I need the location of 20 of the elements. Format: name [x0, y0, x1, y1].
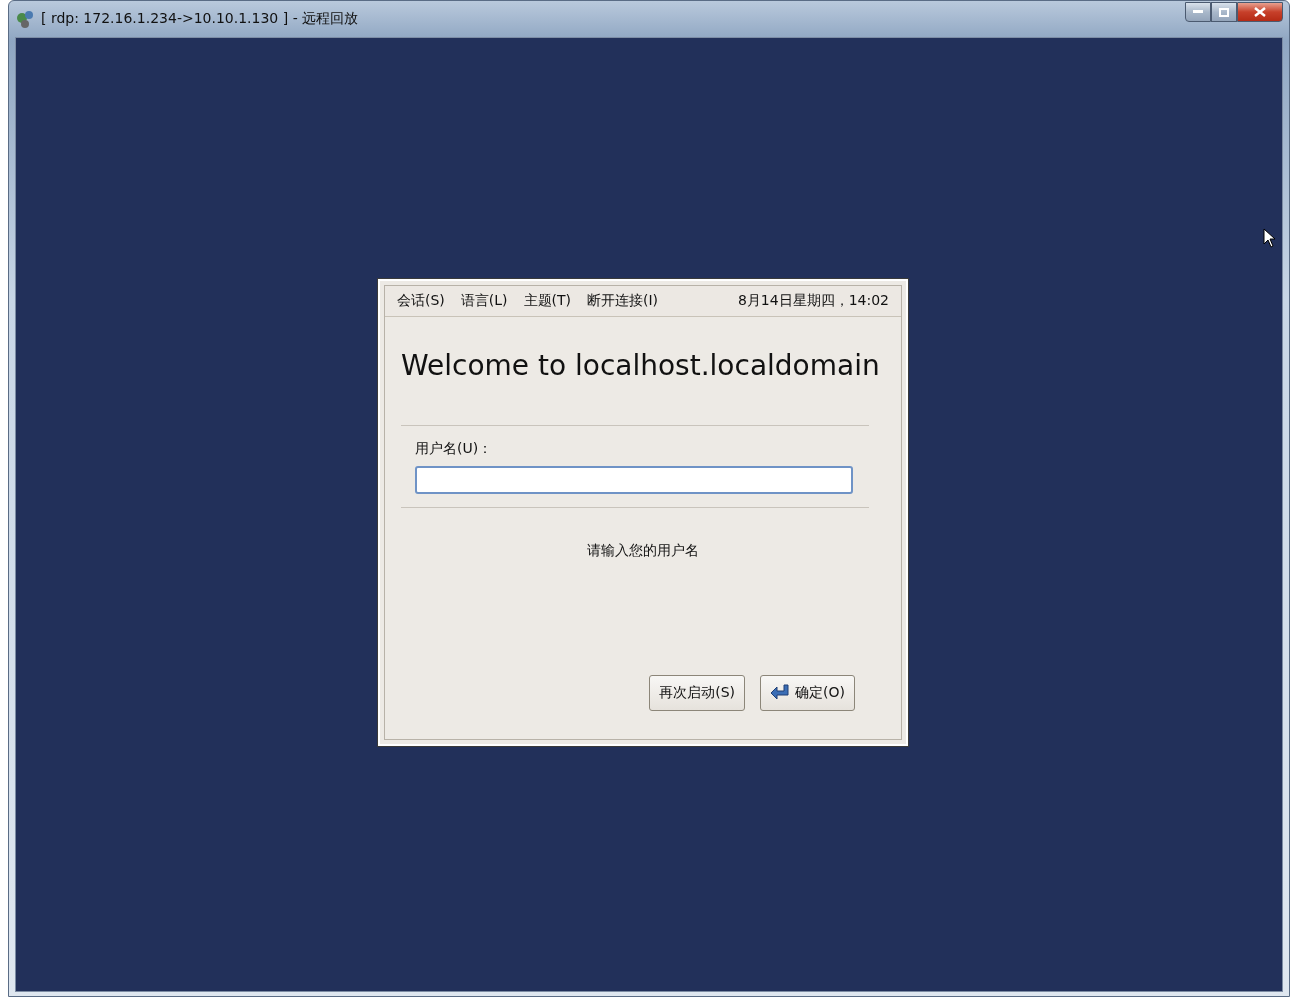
prompt-message: 请输入您的用户名	[586, 542, 700, 560]
maximize-icon	[1219, 7, 1229, 17]
menu-item[interactable]: 主题(T)	[523, 292, 572, 310]
menu-item[interactable]: 会话(S)	[397, 292, 445, 310]
menu-item[interactable]: 语言(L)	[460, 292, 508, 310]
enter-arrow-icon	[770, 684, 791, 702]
maximize-button[interactable]	[1211, 2, 1237, 22]
minimize-button[interactable]	[1185, 2, 1211, 22]
restart-button[interactable]: 再次启动(S)	[649, 675, 746, 711]
close-icon	[1254, 7, 1266, 17]
mouse-pointer-icon	[1263, 228, 1277, 248]
ok-button[interactable]: 确定(O)	[760, 675, 855, 711]
menu-item[interactable]: 断开连接(I)	[587, 292, 659, 310]
window-title: [ rdp: 172.16.1.234->10.10.1.130 ] - 远程回放	[41, 10, 359, 28]
username-label: 用户名(U)：	[415, 440, 494, 458]
clock: 8月14日星期四，14:02	[737, 292, 889, 310]
username-field[interactable]	[415, 466, 853, 494]
close-button[interactable]	[1237, 2, 1283, 22]
minimize-icon	[1193, 10, 1203, 14]
welcome-heading: Welcome to localhost.localdomain	[400, 348, 881, 384]
